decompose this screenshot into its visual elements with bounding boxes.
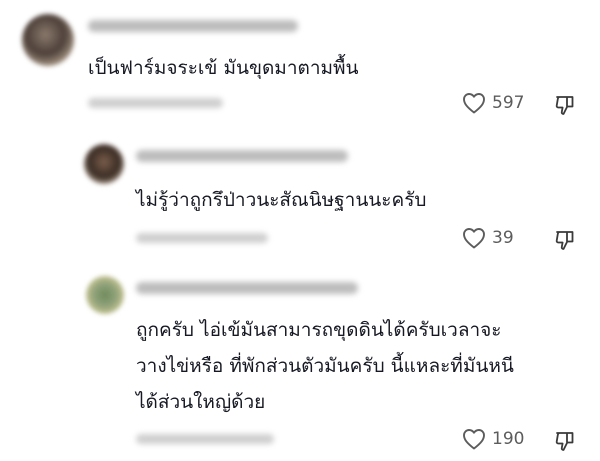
like-button[interactable]: 597 (462, 92, 524, 114)
avatar[interactable] (86, 276, 124, 314)
thumbs-down-icon[interactable] (554, 430, 576, 452)
thumbs-down-icon[interactable] (554, 229, 576, 251)
avatar[interactable] (22, 14, 74, 66)
comment-meta-blurred (136, 233, 268, 243)
like-count: 39 (492, 228, 514, 248)
comment-text: เป็นฟาร์มจระเข้ มันขุดมาตามพื้น (88, 57, 359, 79)
username-blurred[interactable] (136, 150, 348, 162)
comment-meta-blurred (136, 434, 274, 444)
comment-text-line-3: ได้ส่วนใหญ่ด้วย (136, 391, 266, 413)
thumbs-down-icon[interactable] (554, 94, 576, 116)
like-count: 190 (492, 429, 525, 449)
like-count: 597 (492, 93, 525, 113)
comment-text-line-2: วางไข่หรือ ที่พักส่วนตัวมันครับ นี้แหละท… (136, 355, 514, 377)
heart-icon (463, 93, 485, 114)
avatar[interactable] (84, 144, 124, 184)
comment-meta-blurred (88, 98, 223, 108)
heart-icon (463, 228, 485, 249)
comment-text: ไม่รู้ว่าถูกรึป่าวนะสัณนิษฐานนะครับ (136, 189, 427, 211)
like-button[interactable]: 190 (462, 428, 524, 450)
username-blurred[interactable] (136, 282, 358, 294)
username-blurred[interactable] (88, 20, 298, 32)
heart-icon (463, 429, 485, 450)
like-button[interactable]: 39 (462, 227, 514, 249)
comment-text-line-1: ถูกครับ ไอ่เข้มันสามารถขุดดินได้ครับเวลา… (136, 319, 502, 341)
